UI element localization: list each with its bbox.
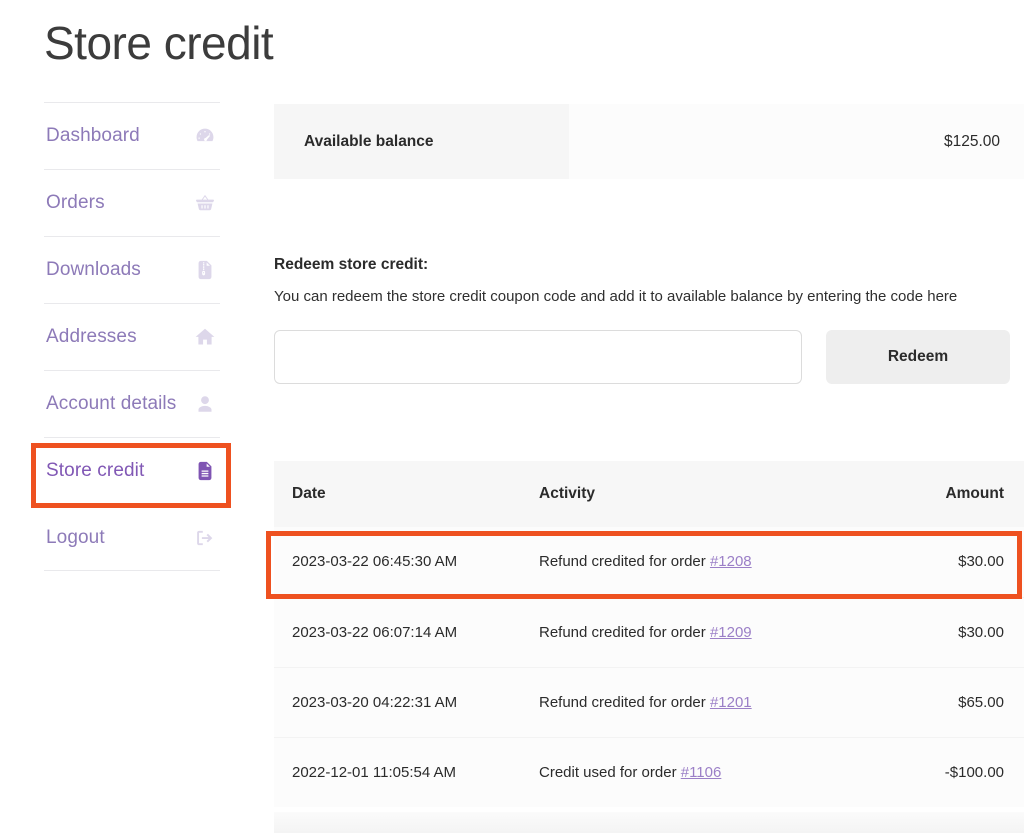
cell-amount: $65.00 — [869, 666, 1024, 737]
available-balance-label-cell: Available balance — [274, 104, 569, 179]
sidebar-item-label: Orders — [46, 192, 105, 213]
order-link[interactable]: #1209 — [710, 624, 752, 641]
column-header-date: Date — [274, 461, 539, 527]
redeem-button[interactable]: Redeem — [826, 330, 1010, 384]
cell-activity: Refund credited for order #1201 — [539, 666, 869, 737]
store-credit-activity-table: Date Activity Amount 2023-03-22 06:45:30… — [274, 461, 1024, 807]
redeem-description: You can redeem the store credit coupon c… — [274, 288, 958, 305]
column-header-amount: Amount — [869, 461, 1024, 527]
activity-table-body: 2023-03-22 06:45:30 AM Refund credited fo… — [274, 527, 1024, 807]
activity-table-head: Date Activity Amount — [274, 461, 1024, 527]
account-sidebar: Dashboard Orders Downloads Addresses Account… — [44, 102, 220, 571]
available-balance-value: $125.00 — [943, 132, 1000, 150]
cell-date: 2022-12-01 11:05:54 AM — [274, 736, 539, 807]
activity-text: Refund credited for order — [539, 623, 710, 641]
activity-text: Refund credited for order — [539, 553, 710, 571]
cell-activity: Refund credited for order #1209 — [539, 596, 869, 667]
cell-activity: Credit used for order #1106 — [539, 736, 869, 807]
cell-date: 2023-03-22 06:07:14 AM — [274, 596, 539, 667]
store-credit-code-input[interactable] — [274, 330, 802, 384]
sidebar-item-account-details[interactable]: Account details — [44, 370, 220, 437]
sidebar-item-downloads[interactable]: Downloads — [44, 236, 220, 303]
cell-date: 2023-03-22 06:45:30 AM — [292, 553, 458, 571]
table-row: 2023-03-22 06:45:30 AM Refund credited fo… — [274, 527, 1024, 597]
activity-header-row: Date Activity Amount — [274, 461, 1024, 527]
cell-date: 2023-03-20 04:22:31 AM — [274, 666, 539, 737]
redeem-form: Redeem — [274, 330, 1024, 384]
table-bottom-cutoff — [274, 812, 1024, 833]
table-row: 2023-03-20 04:22:31 AM Refund credited fo… — [274, 666, 1024, 737]
order-link[interactable]: #1106 — [681, 764, 722, 781]
logout-icon — [194, 527, 216, 549]
redeem-heading: Redeem store credit: — [274, 256, 429, 273]
cell-amount: $30.00 — [958, 553, 1004, 571]
column-header-activity: Activity — [539, 461, 869, 527]
sidebar-item-label: Store credit — [46, 460, 145, 481]
gauge-icon — [194, 125, 216, 147]
basket-icon — [194, 192, 216, 214]
sidebar-item-logout[interactable]: Logout — [44, 504, 220, 571]
sidebar-item-label: Downloads — [46, 259, 141, 280]
sidebar-item-label: Dashboard — [46, 125, 140, 146]
order-link[interactable]: #1201 — [710, 694, 752, 711]
table-row: 2022-12-01 11:05:54 AM Credit used for or… — [274, 736, 1024, 807]
user-icon — [194, 393, 216, 415]
available-balance-value-cell: $125.00 — [569, 104, 1024, 179]
table-row: 2023-03-22 06:07:14 AM Refund credited fo… — [274, 596, 1024, 667]
document-icon — [194, 460, 216, 482]
order-link[interactable]: #1208 — [710, 553, 752, 570]
home-icon — [194, 326, 216, 348]
cell-activity: Refund credited for order #1208 — [539, 527, 869, 597]
available-balance-label: Available balance — [304, 132, 434, 150]
sidebar-item-orders[interactable]: Orders — [44, 169, 220, 236]
sidebar-item-label: Account details — [46, 393, 177, 414]
available-balance-row: Available balance $125.00 — [274, 104, 1024, 179]
sidebar-item-label: Addresses — [46, 326, 137, 347]
sidebar-item-label: Logout — [46, 526, 105, 548]
cell-amount: -$100.00 — [869, 736, 1024, 807]
sidebar-item-dashboard[interactable]: Dashboard — [44, 102, 220, 169]
store-credit-page: Store credit Dashboard Orders Downloads Add… — [0, 0, 1024, 833]
activity-text: Refund credited for order — [539, 693, 710, 711]
activity-text: Credit used for order — [539, 763, 681, 781]
page-title: Store credit — [44, 17, 274, 69]
sidebar-item-addresses[interactable]: Addresses — [44, 303, 220, 370]
sidebar-item-store-credit[interactable]: Store credit — [44, 437, 220, 504]
download-file-icon — [194, 259, 216, 281]
cell-amount: $30.00 — [869, 596, 1024, 667]
